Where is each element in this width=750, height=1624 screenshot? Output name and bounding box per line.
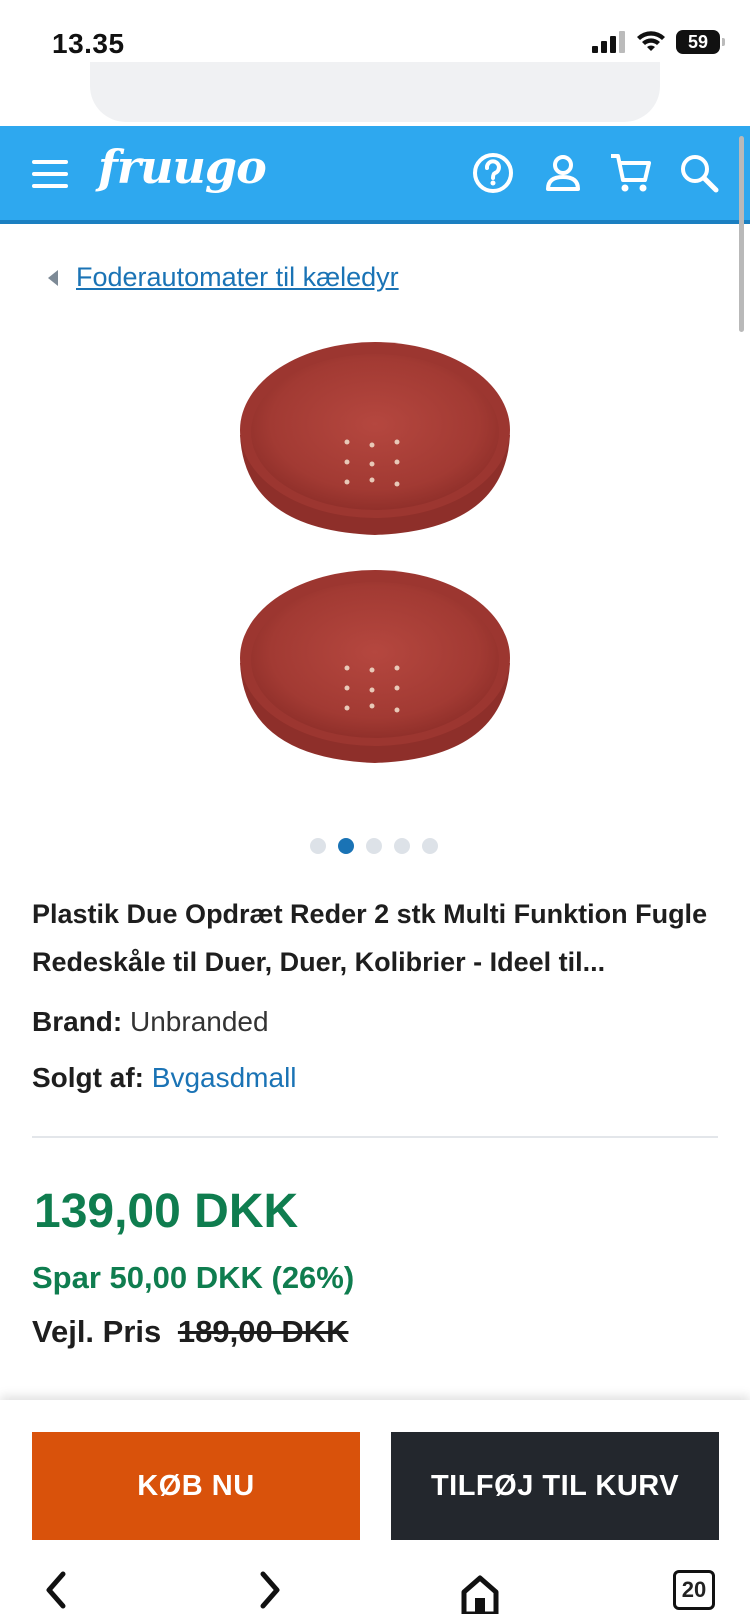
image-carousel-dots bbox=[310, 838, 438, 854]
seller-row: Solgt af: Bvgasdmall bbox=[32, 1062, 297, 1094]
carousel-dot[interactable] bbox=[422, 838, 438, 854]
carousel-dot[interactable] bbox=[394, 838, 410, 854]
product-image[interactable] bbox=[210, 340, 540, 790]
page-scrollbar[interactable] bbox=[739, 136, 744, 332]
status-icons: 59 bbox=[592, 30, 725, 54]
forward-button[interactable] bbox=[240, 1570, 300, 1624]
seller-link[interactable]: Bvgasdmall bbox=[152, 1062, 297, 1093]
home-icon bbox=[461, 1575, 499, 1614]
buy-now-button[interactable]: KØB NU bbox=[32, 1432, 360, 1540]
brand-value: Unbranded bbox=[130, 1006, 269, 1037]
tabs-button[interactable]: 20 bbox=[664, 1570, 724, 1624]
recommended-price: Vejl. Pris 189,00 DKK bbox=[32, 1314, 348, 1350]
chevron-right-icon bbox=[260, 1571, 280, 1609]
tab-count: 20 bbox=[673, 1570, 715, 1610]
carousel-dot[interactable] bbox=[310, 838, 326, 854]
wifi-icon bbox=[637, 31, 665, 51]
battery-icon: 59 bbox=[676, 30, 725, 54]
breadcrumb-link[interactable]: Foderautomater til kæledyr bbox=[76, 262, 399, 293]
home-button[interactable] bbox=[450, 1570, 510, 1624]
bowl-top bbox=[240, 342, 510, 535]
price: 139,00 DKK bbox=[34, 1185, 299, 1238]
carousel-dot[interactable] bbox=[338, 838, 354, 854]
rrp-value: 189,00 DKK bbox=[177, 1314, 349, 1349]
action-bar: KØB NU TILFØJ TIL KURV bbox=[0, 1400, 750, 1550]
back-button[interactable] bbox=[26, 1570, 86, 1624]
menu-icon[interactable] bbox=[32, 160, 68, 188]
brand-label: Brand: bbox=[32, 1006, 123, 1037]
breadcrumb: Foderautomater til kæledyr bbox=[48, 262, 399, 293]
signal-icon bbox=[592, 31, 625, 53]
add-to-cart-button[interactable]: TILFØJ TIL KURV bbox=[391, 1432, 719, 1540]
cart-icon[interactable] bbox=[608, 150, 654, 196]
status-time: 13.35 bbox=[52, 28, 125, 59]
site-header: fruugo bbox=[0, 126, 750, 224]
bowl-bottom bbox=[240, 570, 510, 763]
browser-toolbar: 20 bbox=[0, 1550, 750, 1624]
rrp-label: Vejl. Pris bbox=[32, 1314, 162, 1349]
search-icon[interactable] bbox=[676, 150, 722, 196]
divider bbox=[32, 1136, 718, 1138]
chevron-left-icon bbox=[48, 269, 58, 286]
savings-text: Spar 50,00 DKK (26%) bbox=[32, 1260, 355, 1295]
seller-label: Solgt af: bbox=[32, 1062, 144, 1093]
product-title: Plastik Due Opdræt Reder 2 stk Multi Fun… bbox=[32, 899, 708, 977]
carousel-dot[interactable] bbox=[366, 838, 382, 854]
browser-url-bar[interactable] bbox=[90, 62, 660, 122]
fruugo-logo[interactable]: fruugo bbox=[98, 140, 267, 194]
chevron-left-icon bbox=[46, 1571, 66, 1609]
help-icon[interactable] bbox=[470, 150, 516, 196]
brand-row: Brand: Unbranded bbox=[32, 1006, 269, 1038]
account-icon[interactable] bbox=[540, 150, 586, 196]
